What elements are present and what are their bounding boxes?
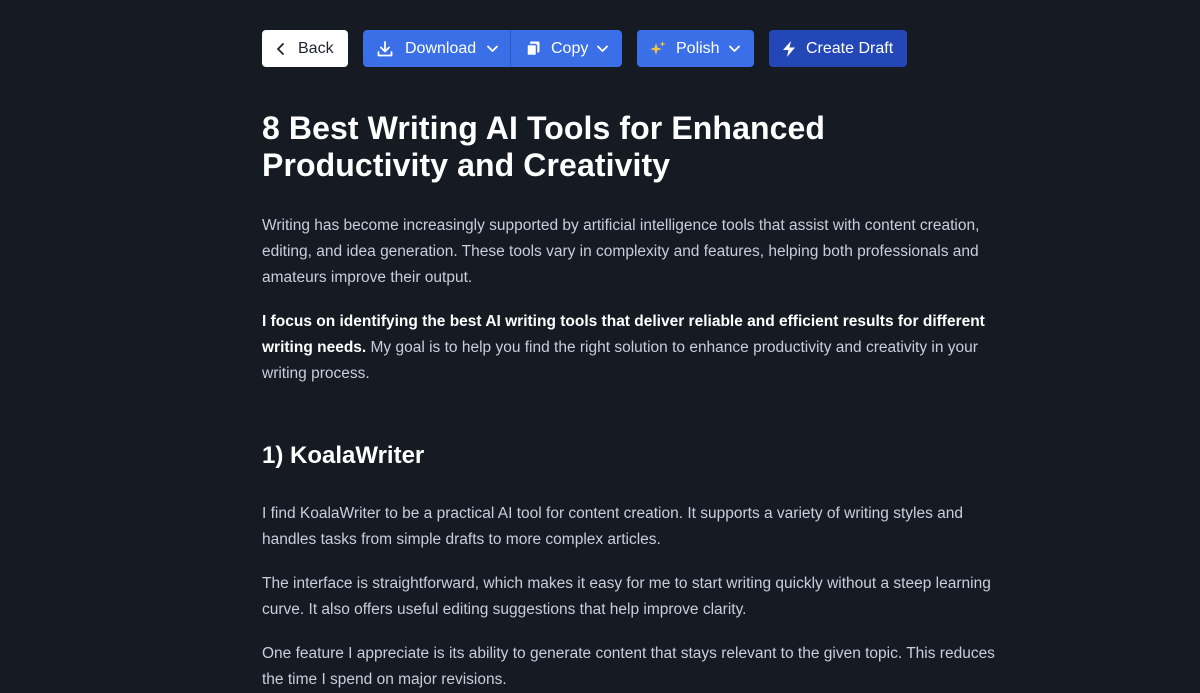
chevron-down-icon[interactable] — [597, 45, 609, 53]
back-button-label: Back — [298, 39, 334, 57]
copy-button[interactable]: Copy — [510, 30, 622, 67]
copy-icon — [525, 40, 542, 57]
polish-button[interactable]: Polish — [637, 30, 754, 67]
chevron-down-icon[interactable] — [487, 45, 499, 53]
section-paragraph: I find KoalaWriter to be a practical AI … — [262, 505, 964, 548]
section-heading: 1) KoalaWriter — [262, 442, 425, 469]
download-button-label: Download — [405, 39, 477, 57]
back-button[interactable]: Back — [262, 30, 348, 67]
chevron-down-icon[interactable] — [729, 45, 740, 53]
section-paragraph: The interface is straightforward, which … — [262, 575, 991, 618]
export-button-group: Download Copy — [363, 30, 622, 67]
create-draft-button-label: Create Draft — [806, 39, 894, 57]
sparkles-icon — [649, 40, 667, 58]
chevron-left-icon — [276, 42, 286, 55]
article-content: 8 Best Writing AI Tools for Enhanced Pro… — [262, 110, 1007, 693]
section-paragraph: One feature I appreciate is its ability … — [262, 645, 995, 688]
article-focus-paragraph: I focus on identifying the best AI writi… — [262, 309, 1007, 387]
article-focus-text: My goal is to help you find the right so… — [262, 339, 978, 382]
article-title: 8 Best Writing AI Tools for Enhanced Pro… — [262, 110, 826, 183]
polish-button-label: Polish — [676, 39, 720, 57]
download-icon — [376, 40, 394, 58]
create-draft-button[interactable]: Create Draft — [769, 30, 907, 67]
copy-button-label: Copy — [551, 39, 589, 57]
lightning-bolt-icon — [781, 40, 797, 58]
article-intro-paragraph: Writing has become increasingly supporte… — [262, 217, 980, 286]
toolbar: Back Download Copy Polish Create Draft — [262, 30, 907, 67]
download-button[interactable]: Download — [363, 30, 510, 67]
